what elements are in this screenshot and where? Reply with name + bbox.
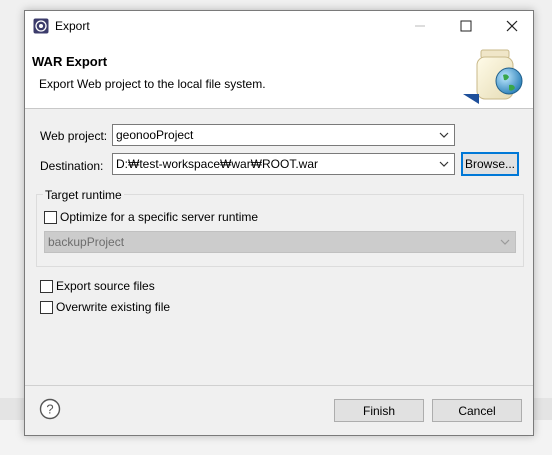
wizard-banner: WAR Export Export Web project to the loc… (25, 41, 533, 109)
war-export-icon (463, 49, 523, 104)
overwrite-file-checkbox[interactable] (40, 301, 53, 314)
web-project-combo[interactable]: geonooProject (112, 124, 455, 146)
svg-text:?: ? (46, 402, 53, 417)
finish-button[interactable]: Finish (334, 399, 424, 422)
destination-combo[interactable]: D:₩test-workspace₩war₩ROOT.war (112, 153, 455, 175)
browse-button[interactable]: Browse... (461, 152, 519, 176)
maximize-icon[interactable] (443, 11, 489, 41)
server-runtime-combo: backupProject (44, 231, 516, 253)
target-runtime-legend: Target runtime (43, 188, 124, 202)
optimize-runtime-label[interactable]: Optimize for a specific server runtime (60, 210, 258, 224)
server-runtime-value: backupProject (48, 235, 125, 249)
destination-value: D:₩test-workspace₩war₩ROOT.war (116, 157, 319, 171)
cancel-button[interactable]: Cancel (432, 399, 522, 422)
close-icon[interactable] (489, 11, 535, 41)
footer-divider (25, 385, 533, 386)
web-project-label: Web project: (40, 129, 108, 143)
optimize-runtime-checkbox[interactable] (44, 211, 57, 224)
destination-label: Destination: (40, 159, 104, 173)
web-project-value: geonooProject (116, 128, 194, 142)
title-bar: Export (25, 11, 533, 41)
export-source-checkbox[interactable] (40, 280, 53, 293)
minimize-icon[interactable] (397, 11, 443, 41)
wizard-title: WAR Export (32, 54, 108, 69)
chevron-down-icon (439, 161, 449, 167)
chevron-down-icon (439, 132, 449, 138)
window-title: Export (55, 19, 90, 33)
export-dialog: Export WAR Export Export Web project to … (24, 10, 534, 436)
overwrite-file-label[interactable]: Overwrite existing file (56, 300, 170, 314)
help-icon[interactable]: ? (39, 398, 61, 420)
chevron-down-icon (500, 239, 510, 245)
wizard-description: Export Web project to the local file sys… (39, 77, 266, 91)
app-icon (33, 18, 49, 34)
export-source-label[interactable]: Export source files (56, 279, 155, 293)
